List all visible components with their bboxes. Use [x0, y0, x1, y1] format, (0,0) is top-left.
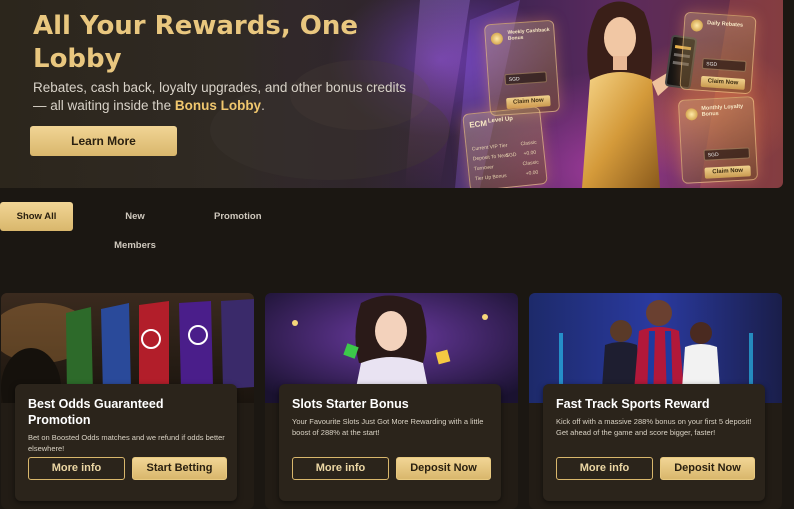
card-description: Your Favourite Slots Just Got More Rewar… — [292, 417, 484, 437]
card-description: Bet on Boosted Odds matches and we refun… — [28, 433, 225, 453]
level-up-row-2: Deposit To Next — [472, 152, 509, 163]
level-up-row-3: Turnover — [473, 164, 494, 173]
promo-card-content: Fast Track Sports Reward Kick off with a… — [543, 384, 765, 501]
level-up-row-4-value: +0.00 — [525, 169, 539, 177]
hero-title: All Your Rewards, One Lobby — [33, 11, 358, 74]
hero-subtitle-end: . — [261, 98, 265, 113]
daily-rebates-panel: Daily Rebates SGD Claim Now — [679, 11, 757, 95]
level-up-row-4: Tier Up Bonus — [474, 172, 507, 183]
level-up-panel: ECM Level Up Current VIP Tier Classic De… — [462, 106, 548, 188]
hero-subtitle: Rebates, cash back, loyalty upgrades, an… — [33, 79, 413, 115]
promo-card-best-odds: Best Odds Guaranteed Promotion Bet on Bo… — [1, 293, 254, 509]
tab-show-all[interactable]: Show All — [0, 202, 73, 231]
deposit-now-button[interactable]: Deposit Now — [660, 457, 755, 480]
deposit-now-button[interactable]: Deposit Now — [396, 457, 491, 480]
more-info-button[interactable]: More info — [292, 457, 389, 480]
more-info-button[interactable]: More info — [28, 457, 125, 480]
tab-promotion[interactable]: Promotion — [200, 202, 275, 231]
level-up-row-2-currency: SGD — [505, 151, 517, 159]
weekly-cashback-title: Weekly Cashback Bonus — [507, 26, 550, 42]
hostess-image — [582, 1, 676, 188]
daily-rebates-input: SGD — [701, 57, 747, 72]
level-up-row-1: Current VIP Tier — [471, 142, 508, 153]
level-up-title: Level Up — [487, 116, 514, 125]
daily-rebates-claim: Claim Now — [700, 75, 746, 90]
learn-more-button[interactable]: Learn More — [30, 126, 177, 156]
weekly-cashback-input: SGD — [504, 71, 548, 86]
coin-icon — [685, 108, 698, 121]
promo-card-slots-starter: Slots Starter Bonus Your Favourite Slots… — [265, 293, 518, 509]
weekly-cashback-panel: Weekly Cashback Bonus SGD Claim Now — [483, 19, 561, 117]
tab-new-members[interactable]: New Members — [90, 202, 180, 251]
level-up-row-1-value: Classic — [520, 139, 537, 148]
bonus-lobby-highlight: Bonus Lobby — [174, 98, 262, 113]
coin-icon — [490, 32, 504, 46]
more-info-button[interactable]: More info — [556, 457, 653, 480]
daily-rebates-title: Daily Rebates — [706, 20, 744, 29]
coin-icon — [690, 19, 704, 32]
hero-banner: All Your Rewards, One Lobby Rebates, cas… — [0, 0, 783, 188]
monthly-loyalty-panel: Monthly Loyalty Bonus SGD Claim Now — [677, 96, 759, 184]
level-up-row-3-value: Classic — [522, 159, 540, 168]
promo-card-fast-track-sports: Fast Track Sports Reward Kick off with a… — [529, 293, 782, 509]
card-description: Kick off with a massive 288% bonus on yo… — [556, 417, 752, 437]
promo-card-content: Slots Starter Bonus Your Favourite Slots… — [279, 384, 501, 501]
level-up-row-2-value: +0.00 — [523, 149, 537, 158]
monthly-loyalty-title: Monthly Loyalty Bonus — [701, 103, 744, 118]
monthly-loyalty-input: SGD — [703, 147, 751, 161]
card-title: Fast Track Sports Reward — [556, 397, 710, 411]
promo-card-content: Best Odds Guaranteed Promotion Bet on Bo… — [15, 384, 237, 501]
monthly-loyalty-claim: Claim Now — [704, 165, 751, 179]
ecm-logo: ECM — [468, 118, 488, 130]
start-betting-button[interactable]: Start Betting — [132, 457, 227, 480]
card-title: Best Odds Guaranteed Promotion — [28, 397, 164, 427]
card-title: Slots Starter Bonus — [292, 397, 409, 411]
